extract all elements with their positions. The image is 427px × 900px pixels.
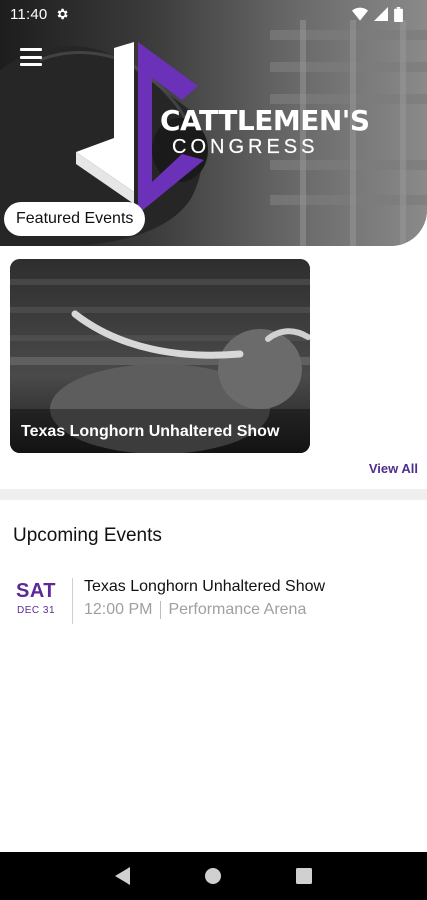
menu-line [20,55,42,59]
settings-icon [58,8,69,20]
status-right [352,6,403,22]
hamburger-menu-icon[interactable] [18,46,44,68]
meta-divider [160,601,162,619]
logo-subtitle: CONGRESS [172,136,319,158]
menu-line [20,48,42,51]
event-date: DEC 31 [16,605,55,616]
app-screen: CATTLEMEN'S CONGRESS Featured Events 11:… [0,0,427,900]
event-meta: 12:00 PM Performance Arena [84,601,325,619]
signal-icon [374,7,388,21]
battery-icon [394,6,403,22]
upcoming-event-item[interactable]: SAT DEC 31 Texas Longhorn Unhaltered Sho… [0,572,427,628]
event-info: Texas Longhorn Unhaltered Show 12:00 PM … [73,572,325,619]
status-time: 11:40 [10,5,48,23]
wifi-icon [352,7,368,21]
event-time: 12:00 PM [84,601,153,618]
logo-title: CATTLEMEN'S [160,104,370,137]
system-nav-bar [0,852,427,900]
hero-header: CATTLEMEN'S CONGRESS Featured Events [0,0,427,246]
view-all-link[interactable]: View All [369,461,418,476]
menu-line [20,63,42,66]
upcoming-events-title: Upcoming Events [13,525,162,546]
featured-events-label: Featured Events [4,202,146,236]
event-name: Texas Longhorn Unhaltered Show [84,578,326,595]
featured-event-card[interactable]: Texas Longhorn Unhaltered Show [10,259,310,453]
featured-event-title: Texas Longhorn Unhaltered Show [21,423,280,440]
event-day: SAT [15,580,56,602]
back-icon[interactable] [111,864,135,888]
event-date-block: SAT DEC 31 [0,572,72,616]
status-bar: 11:40 [0,0,427,28]
status-left: 11:40 [10,6,69,23]
event-location: Performance Arena [168,601,307,618]
section-divider [0,489,427,500]
recents-icon[interactable] [292,864,316,888]
home-icon[interactable] [201,864,225,888]
